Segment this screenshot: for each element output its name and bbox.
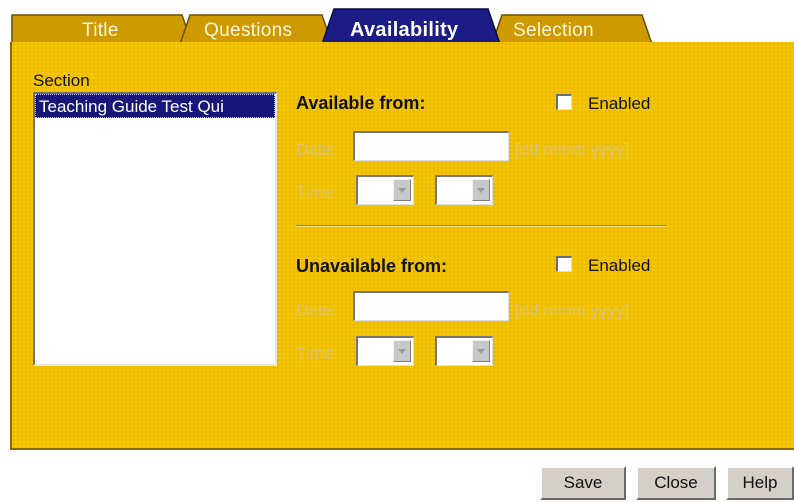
unavailable-minute-select[interactable] <box>435 336 493 366</box>
chevron-down-icon <box>472 340 490 362</box>
available-time-label: Time: <box>296 183 338 202</box>
available-time-separator: : <box>424 183 429 202</box>
available-from-heading: Available from: <box>296 93 426 113</box>
available-minute-select[interactable] <box>435 175 493 205</box>
chevron-down-icon <box>393 340 411 362</box>
chevron-down-icon <box>393 179 411 201</box>
close-button[interactable]: Close <box>636 466 716 500</box>
tab-availability[interactable]: Availability <box>350 19 458 42</box>
section-label: Section <box>33 71 90 90</box>
section-list-item[interactable]: Teaching Guide Test Qui <box>35 94 275 118</box>
unavailable-date-hint: [dd mmm yyyy] <box>515 301 630 320</box>
section-divider <box>296 225 666 227</box>
unavailable-enabled-checkbox[interactable] <box>556 256 572 272</box>
save-button[interactable]: Save <box>540 466 626 500</box>
unavailable-date-input[interactable] <box>353 291 509 321</box>
unavailable-date-label: Date: <box>296 301 337 320</box>
chevron-down-icon <box>472 179 490 201</box>
available-date-label: Date: <box>296 140 337 159</box>
available-enabled-checkbox[interactable] <box>556 94 572 110</box>
available-hour-select[interactable] <box>356 175 414 205</box>
section-listbox[interactable]: Teaching Guide Test Qui <box>33 92 277 366</box>
tab-strip: Title Questions Availability Selection <box>10 8 670 44</box>
help-button[interactable]: Help <box>726 466 794 500</box>
tab-questions[interactable]: Questions <box>204 20 292 42</box>
unavailable-from-heading: Unavailable from: <box>296 256 448 276</box>
unavailable-enabled-label: Enabled <box>588 256 651 275</box>
tab-title[interactable]: Title <box>82 20 119 42</box>
unavailable-hour-select[interactable] <box>356 336 414 366</box>
available-date-hint: [dd mmm yyyy] <box>515 140 630 159</box>
available-enabled-label: Enabled <box>588 94 651 113</box>
tab-selection[interactable]: Selection <box>513 20 594 42</box>
available-date-input[interactable] <box>353 131 509 161</box>
unavailable-time-separator: : <box>424 344 429 363</box>
unavailable-time-label: Time: <box>296 344 338 363</box>
